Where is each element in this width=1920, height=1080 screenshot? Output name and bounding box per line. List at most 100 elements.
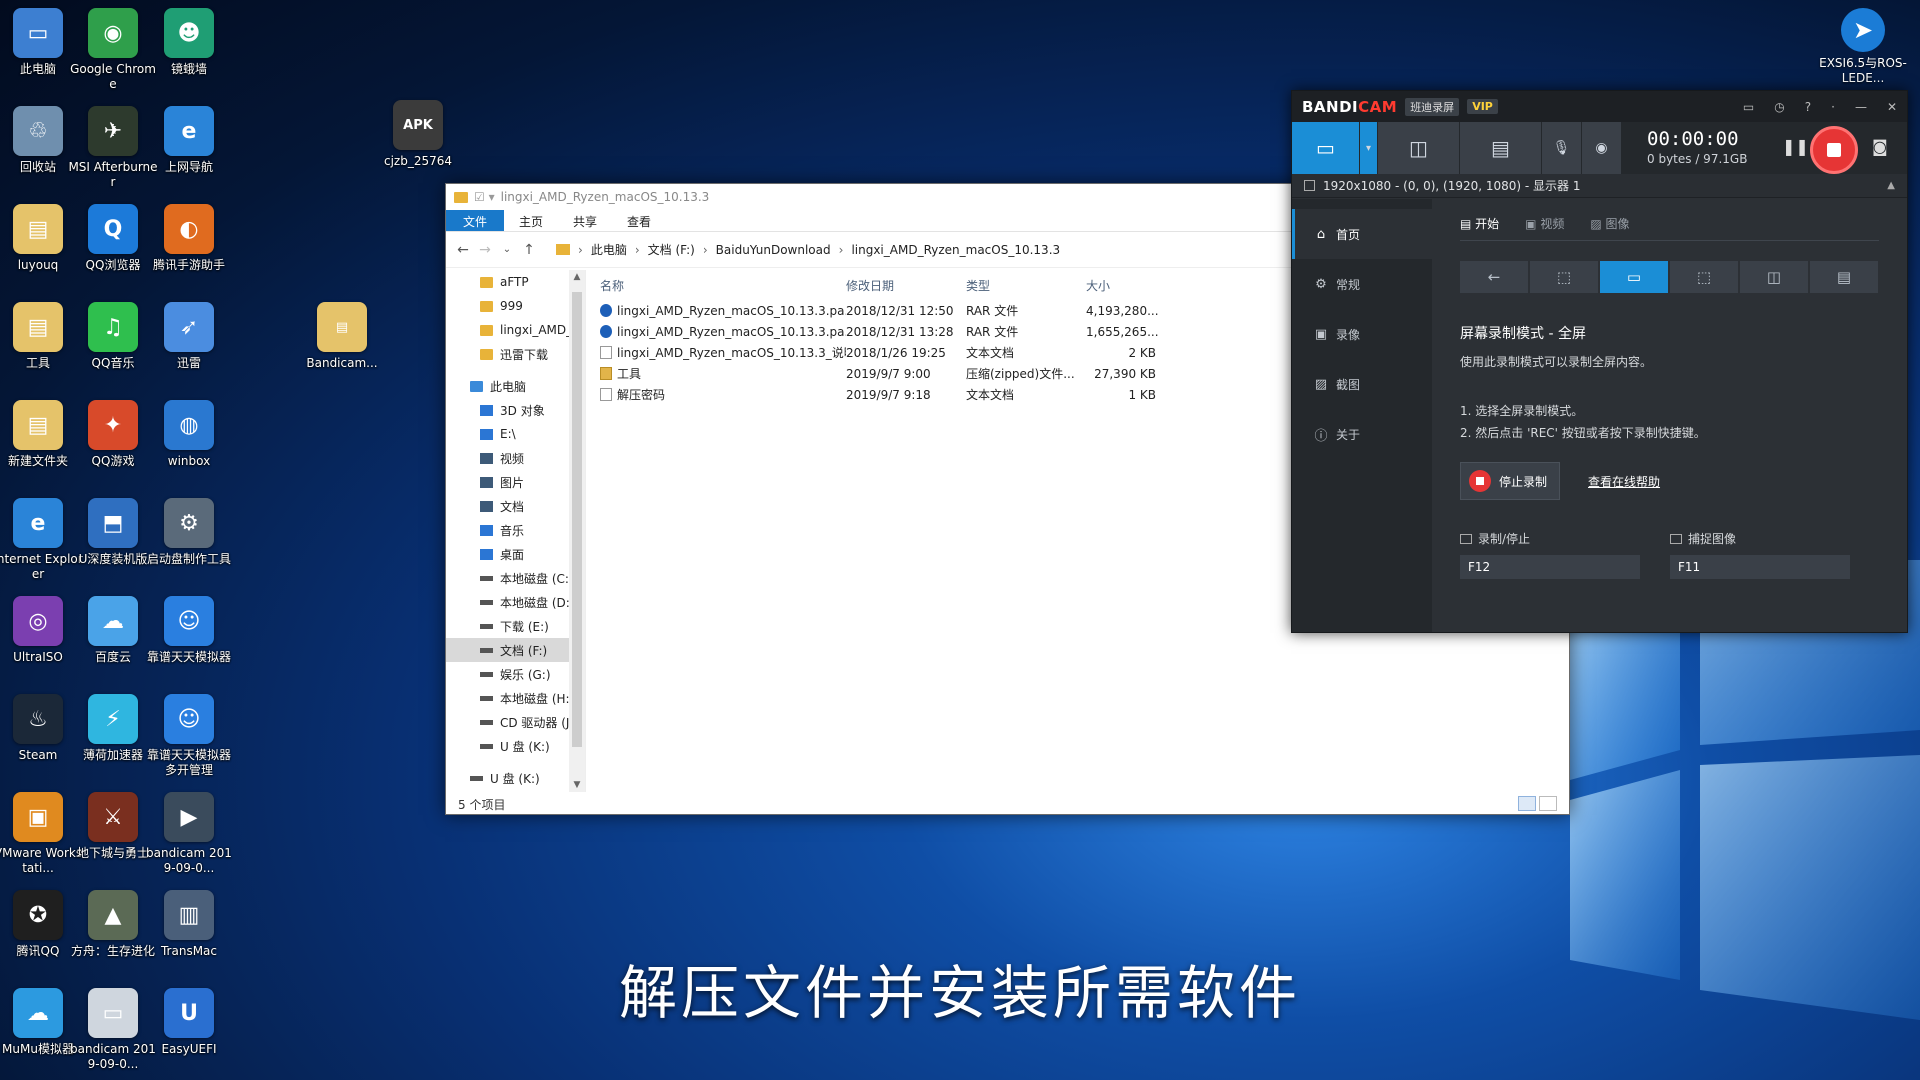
nav-item[interactable]: 本地磁盘 (D:) [446,590,585,614]
mode-dropdown-button[interactable]: ▾ [1360,122,1378,174]
chevron-up-icon[interactable]: ▲ [1887,180,1907,191]
microphone-button[interactable]: 🎙 [1542,122,1582,174]
sidebar-item-general[interactable]: ⚙ 常规 [1292,259,1432,309]
desktop-shortcut[interactable]: ☺ 靠谱天天模拟器多开管理 [143,694,235,778]
nav-item[interactable]: aFTP [446,270,585,294]
tab-share[interactable]: 共享 [558,210,612,231]
nav-scrollbar[interactable]: ▲ ▼ [569,270,585,792]
mouse-area-mode-icon[interactable]: ⬚ [1670,261,1738,293]
large-icons-view-icon[interactable] [1539,796,1557,811]
minimize-icon[interactable]: — [1855,100,1867,114]
gamepad-icon: ◫ [1409,136,1428,160]
tab-file[interactable]: 文件 [446,210,505,231]
clock-icon[interactable]: ◷ [1774,100,1784,114]
breadcrumb[interactable]: › 此电脑 › 文档 (F:) › BaiduYunDownload › lin… [556,241,1060,258]
column-name[interactable]: 名称 [586,277,846,294]
desktop-shortcut[interactable]: ◐ 腾讯手游助手 [143,204,235,273]
nav-item[interactable]: 文档 (F:) [446,638,585,662]
breadcrumb-item[interactable]: lingxi_AMD_Ryzen_macOS_10.13.3 [851,243,1060,257]
nav-item[interactable]: 文档 [446,494,585,518]
online-help-link[interactable]: 查看在线帮助 [1588,473,1660,490]
hotkeys: 录制/停止 F12 捕捉图像 F11 [1460,530,1879,579]
details-view-icon[interactable] [1518,796,1536,811]
breadcrumb-item[interactable]: BaiduYunDownload [716,243,831,257]
nav-item[interactable]: E:\ [446,422,585,446]
desktop-shortcut[interactable]: e 上网导航 [143,106,235,175]
quick-access-toolbar-icon[interactable]: ☑ ▾ [474,190,495,204]
nav-item[interactable]: CD 驱动器 (J:) [446,710,585,734]
folder-icon[interactable]: ▭ [1743,100,1754,114]
help-icon[interactable]: ? [1805,100,1811,114]
nav-item[interactable]: 娱乐 (G:) [446,662,585,686]
back-arrow-icon[interactable]: ← [456,242,470,258]
desktop-shortcut[interactable]: ◍ winbox [143,400,235,469]
device-mode-icon[interactable]: ▤ [1810,261,1878,293]
menu-icon[interactable]: · [1831,100,1835,114]
desktop-shortcut[interactable]: ➶ 迅雷 [143,302,235,371]
hotkey-capture-field[interactable]: F11 [1670,555,1850,579]
breadcrumb-item[interactable]: 此电脑 [591,241,627,258]
nav-item[interactable]: U 盘 (K:) [446,734,585,758]
bandicam-window[interactable]: BANDICAM 班迪录屏 VIP ▭ ◷ ? · — ✕ ▭ ▾ ◫ ▤ 🎙 … [1291,90,1908,633]
nav-item[interactable]: 下载 (E:) [446,614,585,638]
camera-icon[interactable]: ◙ [1872,137,1888,156]
vip-badge[interactable]: VIP [1467,99,1498,114]
sidebar-item-screenshot[interactable]: ▨ 截图 [1292,359,1432,409]
desktop-shortcut-exsi[interactable]: ➤ EXSI6.5与ROS-LEDE... [1818,8,1908,86]
nav-item[interactable]: 音乐 [446,518,585,542]
capture-area-bar[interactable]: 1920x1080 - (0, 0), (1920, 1080) - 显示器 1… [1292,174,1907,198]
game-mode-button[interactable]: ◫ [1378,122,1460,174]
nav-item[interactable]: 本地磁盘 (C:) [446,566,585,590]
nav-item[interactable]: U 盘 (K:) [446,766,585,790]
webcam-button[interactable]: ◉ [1582,122,1622,174]
record-stop-button[interactable] [1810,126,1858,174]
nav-item[interactable]: 桌面 [446,542,585,566]
breadcrumb-item[interactable]: 文档 (F:) [648,241,695,258]
column-size[interactable]: 大小 [1086,277,1156,294]
nav-item[interactable]: 本地磁盘 (H:) [446,686,585,710]
tab-view[interactable]: 查看 [612,210,666,231]
scroll-up-icon[interactable]: ▲ [569,272,585,282]
nav-item[interactable]: 999 [446,294,585,318]
screen-mode-button[interactable]: ▭ [1292,122,1360,174]
sidebar-item-about[interactable]: ⓘ 关于 [1292,409,1432,459]
desktop-shortcut[interactable]: APK cjzb_25764 [372,100,464,169]
game-mode-icon[interactable]: ◫ [1740,261,1808,293]
column-date[interactable]: 修改日期 [846,277,966,294]
nav-item[interactable]: 迅雷下载 [446,342,585,366]
desktop-shortcut[interactable]: ☻ 镜蛾墙 [143,8,235,77]
file-type: 压缩(zipped)文件... [966,367,1075,381]
close-icon[interactable]: ✕ [1887,100,1897,114]
pause-icon[interactable]: ❚❚ [1782,137,1809,156]
desktop-shortcut[interactable]: ▶ bandicam 2019-09-0... [143,792,235,876]
forward-arrow-icon[interactable]: → [478,242,492,258]
tab-video[interactable]: ▣ 视频 [1525,215,1564,240]
nav-item[interactable]: 图片 [446,470,585,494]
desktop-shortcut[interactable]: ▤ Bandicam... [296,302,388,371]
desktop-shortcut[interactable]: ☺ 靠谱天天模拟器 [143,596,235,665]
folder-icon [480,324,493,336]
tab-home[interactable]: 主页 [504,210,558,231]
tab-image[interactable]: ▨ 图像 [1590,215,1629,240]
device-mode-button[interactable]: ▤ [1460,122,1542,174]
nav-item[interactable]: 3D 对象 [446,398,585,422]
nav-item[interactable]: 视频 [446,446,585,470]
nav-item[interactable]: lingxi_AMD_Ryz [446,318,585,342]
desktop-shortcut[interactable]: ⚙ 启动盘制作工具 [143,498,235,567]
app-icon: ◎ [13,596,63,646]
back-arrow-icon[interactable]: ← [1460,261,1528,293]
nav-item-label: 音乐 [500,523,525,538]
rectangle-mode-icon[interactable]: ⬚ [1530,261,1598,293]
sidebar-item-home[interactable]: ⌂ 首页 [1292,209,1432,259]
scrollbar-thumb[interactable] [572,292,582,747]
column-type[interactable]: 类型 [966,277,1086,294]
scroll-down-icon[interactable]: ▼ [569,780,585,790]
hotkey-record-field[interactable]: F12 [1460,555,1640,579]
tab-start[interactable]: ▤ 开始 [1460,215,1499,240]
recent-dropdown-icon[interactable]: ⌄ [500,244,514,255]
nav-item[interactable]: 此电脑 [446,374,585,398]
fullscreen-mode-icon[interactable]: ▭ [1600,261,1668,293]
sidebar-item-video[interactable]: ▣ 录像 [1292,309,1432,359]
up-arrow-icon[interactable]: ↑ [522,242,536,258]
stop-recording-button[interactable]: 停止录制 [1460,462,1561,500]
